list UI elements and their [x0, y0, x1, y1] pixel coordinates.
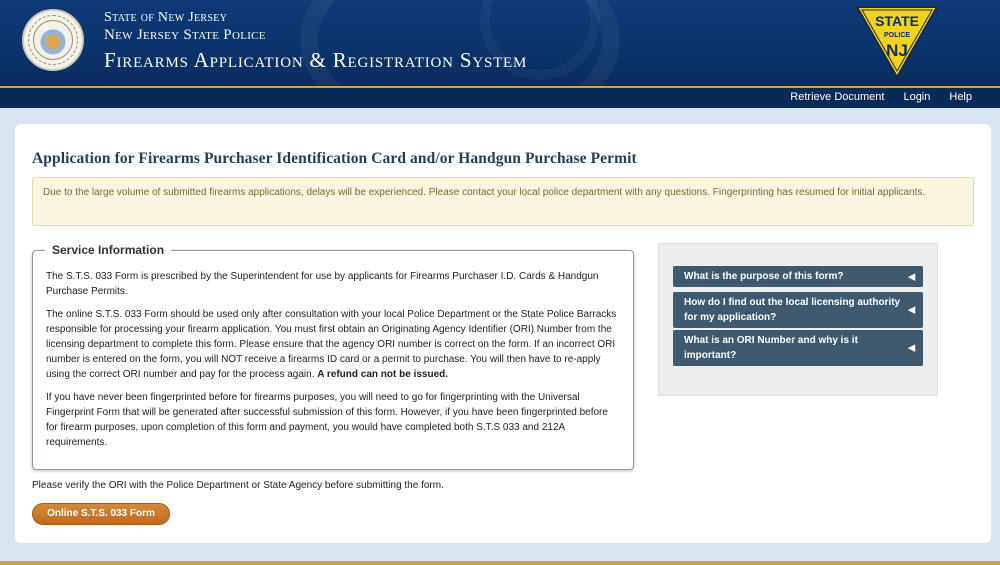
service-info-paragraph-2: The online S.T.S. 033 Form should be use… — [46, 307, 620, 382]
verify-ori-text: Please verify the ORI with the Police De… — [32, 480, 444, 491]
top-nav: Retrieve Document Login Help — [0, 86, 1000, 108]
faq-purpose-button[interactable]: What is the purpose of this form? ◀ — [673, 266, 923, 287]
faq-licensing-authority-label: How do I find out the local licensing au… — [684, 297, 901, 323]
page-title: Application for Firearms Purchaser Ident… — [32, 150, 637, 167]
faq-licensing-authority-button[interactable]: How do I find out the local licensing au… — [673, 292, 923, 328]
left-triangle-icon: ◀ — [908, 342, 915, 353]
nav-retrieve-document-link[interactable]: Retrieve Document — [790, 91, 884, 103]
badge-nj-text: NJ — [886, 41, 908, 60]
faq-ori-number-button[interactable]: What is an ORI Number and why is it impo… — [673, 330, 923, 366]
service-info-paragraph-1: The S.T.S. 033 Form is prescribed by the… — [46, 271, 599, 297]
faq-purpose-label: What is the purpose of this form? — [684, 271, 844, 282]
left-triangle-icon: ◀ — [908, 271, 915, 281]
service-information-box: Service Information The S.T.S. 033 Form … — [32, 243, 634, 470]
refund-warning: A refund can not be issued. — [317, 369, 449, 380]
faq-sidebar: What is the purpose of this form? ◀ How … — [658, 243, 938, 396]
nj-state-police-badge-icon: STATE POLICE NJ — [856, 6, 938, 78]
online-sts-033-form-button[interactable]: Online S.T.S. 033 Form — [32, 503, 170, 525]
left-triangle-icon: ◀ — [908, 304, 915, 315]
faq-ori-number-label: What is an ORI Number and why is it impo… — [684, 335, 858, 361]
header-state-name: State of New Jersey — [104, 10, 228, 25]
nav-help-link[interactable]: Help — [949, 91, 972, 103]
nj-state-seal-icon — [22, 9, 84, 71]
badge-state-text: STATE — [875, 13, 919, 29]
header-agency-name: New Jersey State Police — [104, 27, 266, 43]
badge-police-text: POLICE — [884, 32, 910, 39]
header-system-name: Firearms Application & Registration Syst… — [104, 48, 528, 72]
service-information-legend: Service Information — [45, 243, 172, 257]
footer-strip — [0, 561, 1000, 565]
site-header: State of New Jersey New Jersey State Pol… — [0, 0, 1000, 86]
service-info-paragraph-3: If you have never been fingerprinted bef… — [46, 392, 608, 448]
delay-notice: Due to the large volume of submitted fir… — [32, 177, 974, 226]
nav-login-link[interactable]: Login — [903, 91, 930, 103]
main-panel: Application for Firearms Purchaser Ident… — [15, 124, 991, 543]
nav-links: Retrieve Document Login Help — [790, 91, 972, 103]
